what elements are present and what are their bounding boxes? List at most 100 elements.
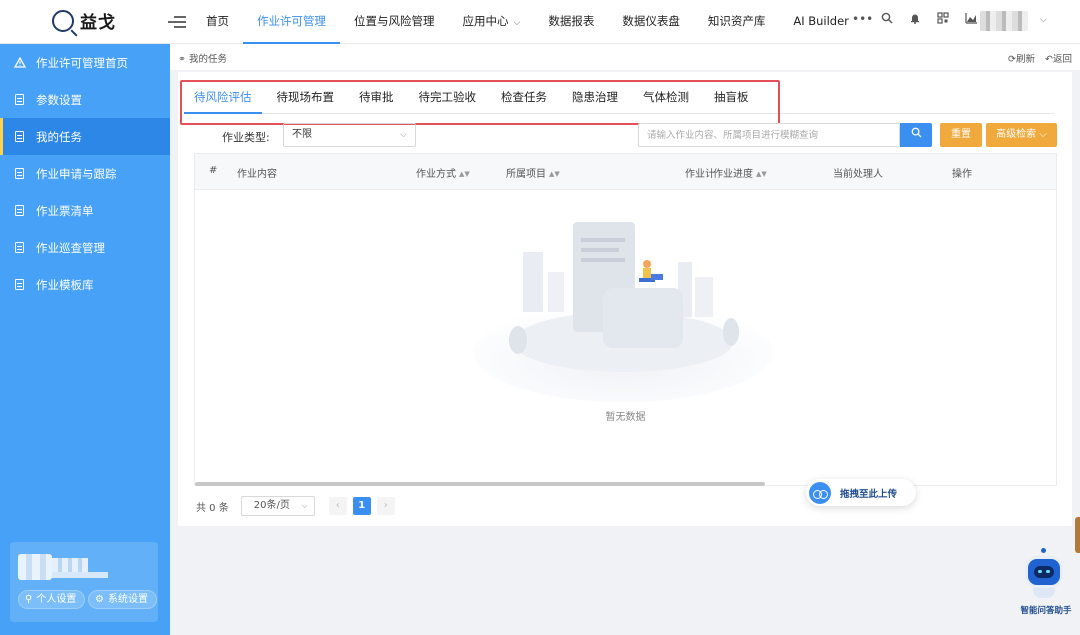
- total-count: 共 0 条: [196, 502, 229, 514]
- nav-app-center[interactable]: 应用中心 ⌵: [449, 0, 535, 44]
- task-table: # 作业内容 作业方式 ▲▼ 所属项目 ▲▼ 作业计 作业进度 ▲▼ 当前处理人 操作: [194, 153, 1057, 486]
- sidebar-item-params[interactable]: 参数设置: [0, 81, 170, 118]
- sort-icon: ▲▼: [549, 170, 560, 178]
- column-progress[interactable]: 作业进度 ▲▼: [713, 165, 767, 180]
- empty-state-illustration: [473, 222, 773, 402]
- document-icon: [15, 131, 24, 142]
- sidebar-item-apply-track[interactable]: 作业申请与跟踪: [0, 155, 170, 192]
- nav-work-permit[interactable]: 作业许可管理: [243, 0, 340, 44]
- table-header: # 作业内容 作业方式 ▲▼ 所属项目 ▲▼ 作业计 作业进度 ▲▼ 当前处理人 操作: [195, 154, 1056, 190]
- back-button[interactable]: ↶返回: [1045, 51, 1072, 65]
- sidebar-item-ticket-list[interactable]: 作业票清单: [0, 192, 170, 229]
- advanced-search-label: 高级检索: [996, 129, 1037, 140]
- sidebar-item-work-permit-home[interactable]: 作业许可管理首页: [0, 44, 170, 81]
- personal-settings-label: 个人设置: [36, 594, 77, 605]
- column-content: 作业内容: [237, 169, 277, 180]
- tab-hazard-governance[interactable]: 隐患治理: [562, 80, 628, 114]
- avatar[interactable]: [18, 554, 52, 580]
- refresh-icon: ⟳: [1008, 54, 1016, 65]
- robot-icon: [1025, 556, 1063, 588]
- empty-state-text: 暂无数据: [605, 412, 646, 423]
- tab-site-setup[interactable]: 待现场布置: [267, 80, 345, 114]
- top-bar: 益戈 首页 作业许可管理 位置与风险管理 应用中心 ⌵ 数据报表 数据仪表盘 知识…: [0, 0, 1080, 44]
- tab-inspection[interactable]: 检查任务: [491, 80, 557, 114]
- sidebar-item-label: 参数设置: [36, 92, 82, 107]
- tab-completion-acceptance[interactable]: 待完工验收: [409, 80, 487, 114]
- column-progress-label: 作业进度: [713, 169, 753, 180]
- system-settings-button[interactable]: ⚙ 系统设置: [88, 590, 157, 609]
- nav-home[interactable]: 首页: [192, 0, 243, 44]
- work-type-value: 不限: [292, 129, 312, 140]
- reset-button[interactable]: 重置: [940, 123, 982, 147]
- search-input[interactable]: [638, 123, 900, 147]
- refresh-button[interactable]: ⟳刷新: [1008, 51, 1035, 65]
- page-number-current[interactable]: 1: [352, 497, 371, 515]
- horizontal-scrollbar[interactable]: [195, 482, 765, 486]
- avatar[interactable]: [980, 11, 1028, 31]
- tab-risk-assessment[interactable]: 待风险评估: [184, 80, 262, 114]
- user-icon: ⚲: [25, 594, 33, 605]
- drag-upload-button[interactable]: 拖拽至此上传: [806, 479, 916, 506]
- nav-app-center-label: 应用中心: [462, 14, 509, 28]
- work-type-select[interactable]: 不限 ⌵: [283, 123, 416, 147]
- robot-antenna: [1041, 548, 1046, 553]
- sidebar-item-label: 作业许可管理首页: [36, 55, 128, 70]
- more-icon[interactable]: •••: [852, 12, 873, 26]
- column-index: #: [209, 165, 218, 176]
- column-plan: 作业计: [685, 169, 715, 180]
- refresh-label: 刷新: [1016, 54, 1036, 65]
- page-size-select[interactable]: 20条/页 ⌵: [240, 496, 315, 516]
- search-button[interactable]: [900, 123, 932, 147]
- document-icon: [15, 168, 24, 179]
- user-card: ⚲ 个人设置 ⚙ 系统设置: [10, 542, 158, 622]
- tab-gas-detection[interactable]: 气体检测: [633, 80, 699, 114]
- menu-collapse-icon[interactable]: [168, 13, 186, 29]
- sort-icon: ▲▼: [459, 170, 470, 178]
- warning-icon: [13, 56, 27, 69]
- bell-icon[interactable]: [908, 12, 922, 26]
- breadcrumb-bar: ⚭ 我的任务 ⟳刷新 ↶返回: [170, 44, 1080, 70]
- nav-data-report[interactable]: 数据报表: [534, 0, 608, 44]
- column-project[interactable]: 所属项目 ▲▼: [506, 165, 560, 180]
- sidebar-item-label: 我的任务: [36, 129, 82, 144]
- task-tabs: 待风险评估 待现场布置 待审批 待完工验收 检查任务 隐患治理 气体检测 抽盲板: [180, 80, 1054, 125]
- qrcode-icon[interactable]: [936, 12, 950, 26]
- document-icon: [15, 94, 24, 105]
- logo[interactable]: 益戈: [52, 8, 116, 33]
- upload-icon: [809, 481, 831, 504]
- sidebar-item-label: 作业票清单: [36, 203, 94, 218]
- nav-knowledge[interactable]: 知识资产库: [694, 0, 780, 44]
- top-icons: •••: [852, 12, 978, 26]
- column-method[interactable]: 作业方式 ▲▼: [416, 165, 470, 180]
- chart-icon[interactable]: [964, 12, 978, 26]
- drag-upload-label: 拖拽至此上传: [840, 488, 898, 500]
- chevron-down-icon[interactable]: ⌵: [1040, 15, 1047, 25]
- nav-dashboard[interactable]: 数据仪表盘: [608, 0, 694, 44]
- column-actions: 操作: [952, 169, 972, 180]
- nav-ai-builder[interactable]: AI Builder: [779, 0, 863, 44]
- document-icon: [15, 242, 24, 253]
- next-page-button[interactable]: ›: [376, 497, 395, 515]
- column-project-label: 所属项目: [506, 169, 546, 180]
- link-icon: ⚭: [178, 54, 186, 65]
- search-icon[interactable]: [880, 12, 894, 26]
- breadcrumb: ⚭ 我的任务: [178, 51, 227, 65]
- sort-icon: ▲▼: [756, 170, 767, 178]
- top-nav: 首页 作业许可管理 位置与风险管理 应用中心 ⌵ 数据报表 数据仪表盘 知识资产库…: [192, 0, 863, 44]
- ai-assistant-button[interactable]: 智能问答助手: [1016, 548, 1076, 618]
- tab-approval[interactable]: 待审批: [349, 80, 404, 114]
- document-icon: [15, 205, 24, 216]
- sidebar-item-template-lib[interactable]: 作业模板库: [0, 266, 170, 303]
- sidebar-item-patrol[interactable]: 作业巡查管理: [0, 229, 170, 266]
- tab-blind-plate[interactable]: 抽盲板: [704, 80, 759, 114]
- ai-assistant-label: 智能问答助手: [1020, 606, 1072, 616]
- personal-settings-button[interactable]: ⚲ 个人设置: [18, 590, 86, 609]
- robot-body: [1033, 588, 1055, 598]
- back-label: 返回: [1052, 54, 1072, 65]
- sidebar: 作业许可管理首页 参数设置 我的任务 作业申请与跟踪 作业票清单 作业巡查管理 …: [0, 44, 170, 635]
- nav-location-risk[interactable]: 位置与风险管理: [340, 0, 449, 44]
- sidebar-item-my-tasks[interactable]: 我的任务: [0, 118, 170, 155]
- back-icon: ↶: [1045, 54, 1053, 65]
- prev-page-button[interactable]: ‹: [328, 497, 347, 515]
- advanced-search-button[interactable]: 高级检索 ⌵: [986, 123, 1057, 147]
